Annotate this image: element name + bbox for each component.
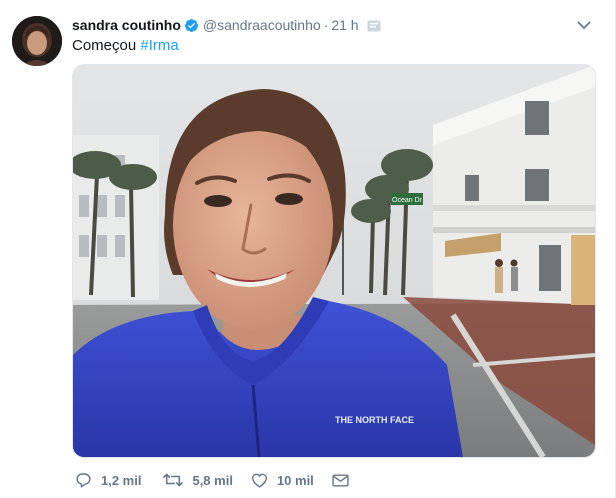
tweet-text-body: Começou <box>72 37 137 54</box>
tweet-text: Começou #Irma <box>72 37 179 55</box>
reply-icon <box>76 473 91 488</box>
jacket-logo-text: THE NORTH FACE <box>335 415 414 425</box>
like-count: 10 mil <box>276 472 314 488</box>
retweet-button[interactable]: 5,8 mil <box>163 472 233 488</box>
retweet-count: 5,8 mil <box>192 472 233 488</box>
street-sign-text: Ocean Dr <box>392 197 423 204</box>
heart-icon <box>251 473 267 488</box>
tweet-card[interactable]: sandra coutinho @sandraacoutinho · 21 h … <box>0 0 616 498</box>
tweet-header: sandra coutinho @sandraacoutinho · 21 h <box>72 16 381 34</box>
verified-badge-icon <box>184 18 199 33</box>
user-handle[interactable]: @sandraacoutinho <box>203 17 321 33</box>
direct-message-button[interactable] <box>332 473 349 487</box>
avatar[interactable] <box>12 16 62 66</box>
avatar-image <box>12 16 62 66</box>
envelope-icon <box>332 473 349 487</box>
retweet-icon <box>163 473 184 487</box>
tweet-timestamp[interactable]: 21 h <box>331 17 358 33</box>
display-name[interactable]: sandra coutinho <box>72 17 181 33</box>
selfie-photo: Ocean Dr THE NORTH FACE <box>73 65 595 457</box>
translate-icon[interactable] <box>367 19 381 32</box>
reply-button[interactable]: 1,2 mil <box>75 472 141 488</box>
reply-count: 1,2 mil <box>101 472 142 488</box>
hashtag-link[interactable]: #Irma <box>140 37 178 54</box>
like-button[interactable]: 10 mil <box>251 473 314 488</box>
tweet-action-bar: 1,2 mil 5,8 mil 10 mil <box>72 470 349 490</box>
separator-dot: · <box>323 17 329 33</box>
tweet-photo[interactable]: Ocean Dr THE NORTH FACE <box>72 64 596 458</box>
chevron-down-icon[interactable] <box>575 16 593 34</box>
